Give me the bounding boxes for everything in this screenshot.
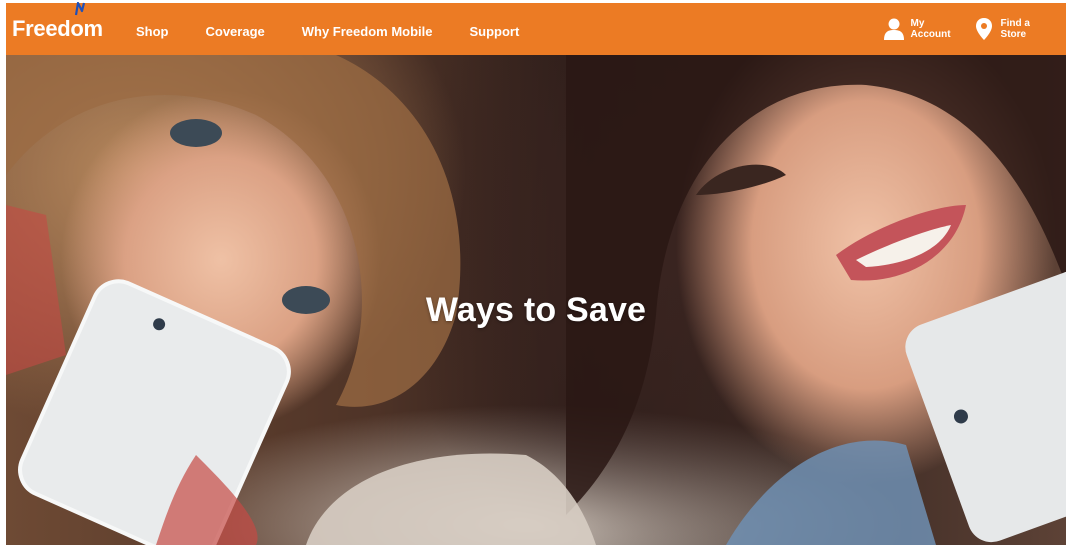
main-nav: Shop Coverage Why Freedom Mobile Support [136,20,556,39]
nav-why-freedom-mobile[interactable]: Why Freedom Mobile [302,20,433,39]
freedom-logo[interactable]: Freedom [12,2,116,55]
logo-text: Freedom [12,16,103,41]
find-a-store-link[interactable]: Find a Store [973,17,1030,41]
hero-title: Ways to Save [425,290,647,329]
user-icon [883,18,904,40]
find-a-store-line2: Store [1000,29,1027,40]
my-account-line2: Account [910,29,951,40]
nav-shop[interactable]: Shop [136,20,169,39]
my-account-label: My Account [911,18,951,40]
page: Freedom Shop Coverage Why Freedom Mobile… [0,0,1070,546]
map-pin-icon [975,18,992,40]
utility-nav: My Account Find a Store [861,3,1030,55]
my-account-line1: My [910,18,925,29]
find-a-store-line1: Find a [1000,18,1030,29]
find-a-store-label: Find a Store [1001,18,1030,40]
nav-coverage[interactable]: Coverage [206,20,265,39]
logo-mark-icon [74,2,86,16]
hero-banner: Ways to Save [6,55,1066,545]
my-account-link[interactable]: My Account [883,17,951,41]
top-navbar: Freedom Shop Coverage Why Freedom Mobile… [6,2,1066,55]
nav-support[interactable]: Support [469,20,519,39]
